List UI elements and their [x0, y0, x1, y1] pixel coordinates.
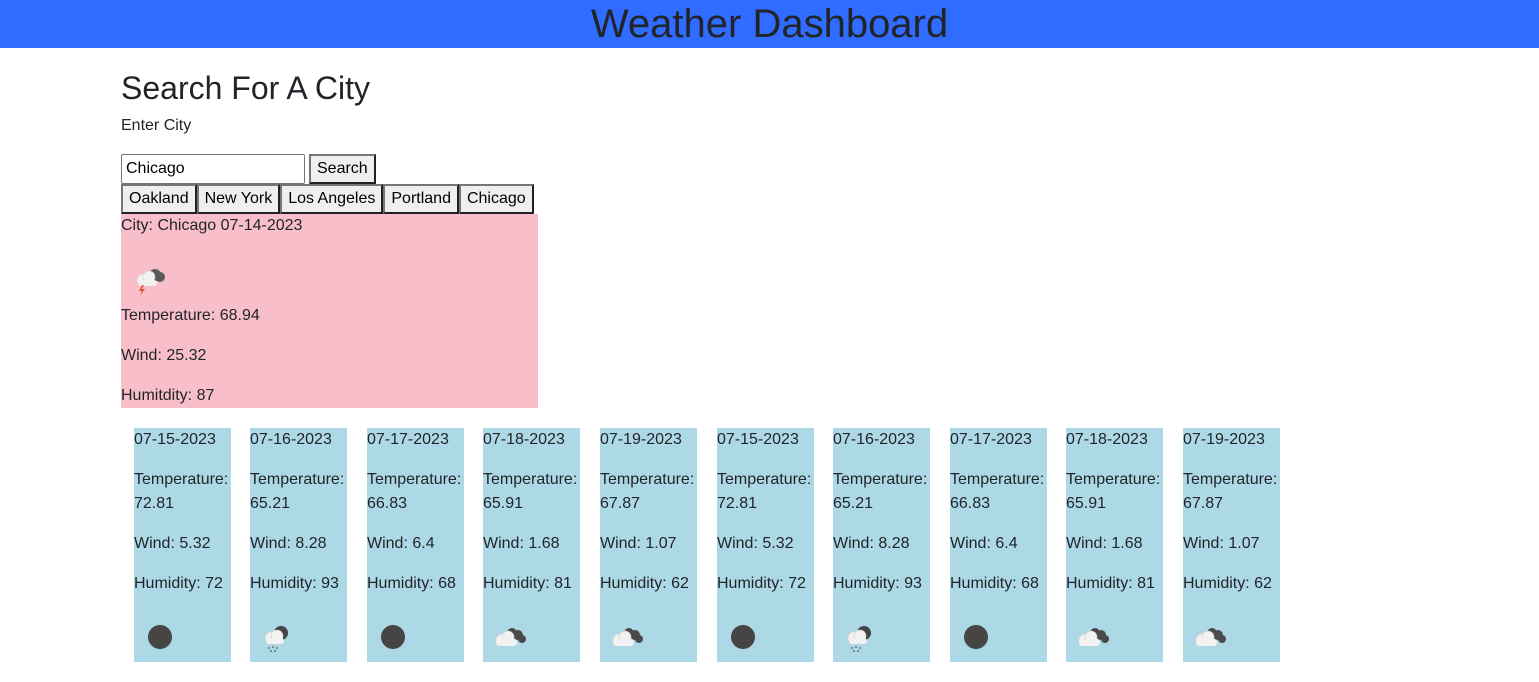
history-button-los-angeles[interactable]: Los Angeles [280, 184, 384, 214]
forecast-card: 07-19-2023 Temperature: 67.87 Wind: 1.07… [1183, 428, 1280, 662]
history-button-new-york[interactable]: New York [196, 184, 281, 214]
forecast-card: 07-16-2023 Temperature: 65.21 Wind: 8.28… [250, 428, 347, 662]
search-history: Oakland New York Los Angeles Portland Ch… [121, 184, 534, 214]
forecast-humidity: Humidity: 72 [717, 575, 806, 592]
thunderstorm-icon [136, 269, 165, 296]
forecast-card: 07-19-2023 Temperature: 67.87 Wind: 1.07… [600, 428, 697, 662]
broken-clouds-icon [1078, 628, 1109, 647]
forecast-wind: Wind: 1.07 [1183, 535, 1260, 552]
forecast-date: 07-16-2023 [250, 431, 332, 448]
search-title: Search For A City [121, 70, 370, 106]
forecast-card: 07-17-2023 Temperature: 66.83 Wind: 6.4 … [367, 428, 464, 662]
broken-clouds-icon [612, 628, 643, 647]
forecast-wind: Wind: 8.28 [250, 535, 327, 552]
forecast-temperature: 67.87 [1183, 495, 1224, 512]
forecast-wind: Wind: 5.32 [717, 535, 794, 552]
forecast-temperature: 67.87 [600, 495, 641, 512]
forecast-temperature: 65.21 [833, 495, 874, 512]
current-weather-card: City: Chicago 07-14-2023 Temperature: 68… [121, 214, 538, 408]
rain-night-icon [847, 626, 871, 652]
current-city-date: City: Chicago 07-14-2023 [121, 217, 303, 234]
forecast-wind: Wind: 5.32 [134, 535, 211, 552]
forecast-temperature: 72.81 [717, 495, 758, 512]
current-temperature: Temperature: 68.94 [121, 307, 260, 324]
moon-icon [731, 625, 755, 649]
forecast-temperature: 66.83 [367, 495, 408, 512]
forecast-wind: Wind: 1.07 [600, 535, 677, 552]
forecast-temperature-label: Temperature: [367, 471, 462, 488]
forecast-humidity: Humidity: 62 [600, 575, 689, 592]
forecast-temperature-label: Temperature: [1066, 471, 1161, 488]
forecast-temperature-label: Temperature: [600, 471, 695, 488]
forecast-temperature: 66.83 [950, 495, 991, 512]
forecast-humidity: Humidity: 72 [134, 575, 223, 592]
forecast-wind: Wind: 8.28 [833, 535, 910, 552]
forecast-wind: Wind: 1.68 [1066, 535, 1143, 552]
forecast-temperature-label: Temperature: [833, 471, 928, 488]
city-search-input[interactable] [121, 154, 305, 184]
broken-clouds-icon [495, 628, 526, 647]
forecast-humidity: Humidity: 93 [250, 575, 339, 592]
rain-night-icon [264, 626, 288, 652]
forecast-card: 07-15-2023 Temperature: 72.81 Wind: 5.32… [717, 428, 814, 662]
forecast-temperature: 65.21 [250, 495, 291, 512]
forecast-humidity: Humidity: 68 [950, 575, 1039, 592]
moon-icon [381, 625, 405, 649]
forecast-humidity: Humidity: 81 [483, 575, 572, 592]
current-humidity: Humitdity: 87 [121, 387, 215, 404]
history-button-oakland[interactable]: Oakland [121, 184, 197, 214]
forecast-temperature-label: Temperature: [483, 471, 578, 488]
forecast-temperature-label: Temperature: [1183, 471, 1278, 488]
forecast-date: 07-18-2023 [1066, 431, 1148, 448]
forecast-humidity: Humidity: 81 [1066, 575, 1155, 592]
forecast-humidity: Humidity: 68 [367, 575, 456, 592]
forecast-temperature-label: Temperature: [250, 471, 345, 488]
forecast-temperature-label: Temperature: [717, 471, 812, 488]
forecast-temperature: 65.91 [1066, 495, 1107, 512]
forecast-date: 07-19-2023 [600, 431, 682, 448]
moon-icon [964, 625, 988, 649]
forecast-card: 07-17-2023 Temperature: 66.83 Wind: 6.4 … [950, 428, 1047, 662]
search-button[interactable]: Search [309, 154, 376, 184]
forecast-date: 07-17-2023 [950, 431, 1032, 448]
forecast-temperature-label: Temperature: [950, 471, 1045, 488]
forecast-card: 07-16-2023 Temperature: 65.21 Wind: 8.28… [833, 428, 930, 662]
broken-clouds-icon [1195, 628, 1226, 647]
moon-icon [148, 625, 172, 649]
history-button-chicago[interactable]: Chicago [458, 184, 534, 214]
forecast-date: 07-15-2023 [134, 431, 216, 448]
city-input-label: Enter City [121, 117, 192, 134]
forecast-date: 07-18-2023 [483, 431, 565, 448]
forecast-temperature: 65.91 [483, 495, 524, 512]
forecast-date: 07-19-2023 [1183, 431, 1265, 448]
forecast-wind: Wind: 6.4 [950, 535, 1018, 552]
forecast-humidity: Humidity: 62 [1183, 575, 1272, 592]
current-wind: Wind: 25.32 [121, 347, 207, 364]
forecast-wind: Wind: 6.4 [367, 535, 435, 552]
forecast-wind: Wind: 1.68 [483, 535, 560, 552]
history-button-portland[interactable]: Portland [383, 184, 459, 214]
forecast-temperature-label: Temperature: [134, 471, 229, 488]
forecast-card: 07-18-2023 Temperature: 65.91 Wind: 1.68… [1066, 428, 1163, 662]
page-header: Weather Dashboard [0, 0, 1539, 48]
forecast-humidity: Humidity: 93 [833, 575, 922, 592]
forecast-temperature: 72.81 [134, 495, 175, 512]
forecast-date: 07-16-2023 [833, 431, 915, 448]
forecast-card: 07-15-2023 Temperature: 72.81 Wind: 5.32… [134, 428, 231, 662]
page-title: Weather Dashboard [590, 2, 949, 46]
forecast-date: 07-15-2023 [717, 431, 799, 448]
forecast-date: 07-17-2023 [367, 431, 449, 448]
forecast-card: 07-18-2023 Temperature: 65.91 Wind: 1.68… [483, 428, 580, 662]
